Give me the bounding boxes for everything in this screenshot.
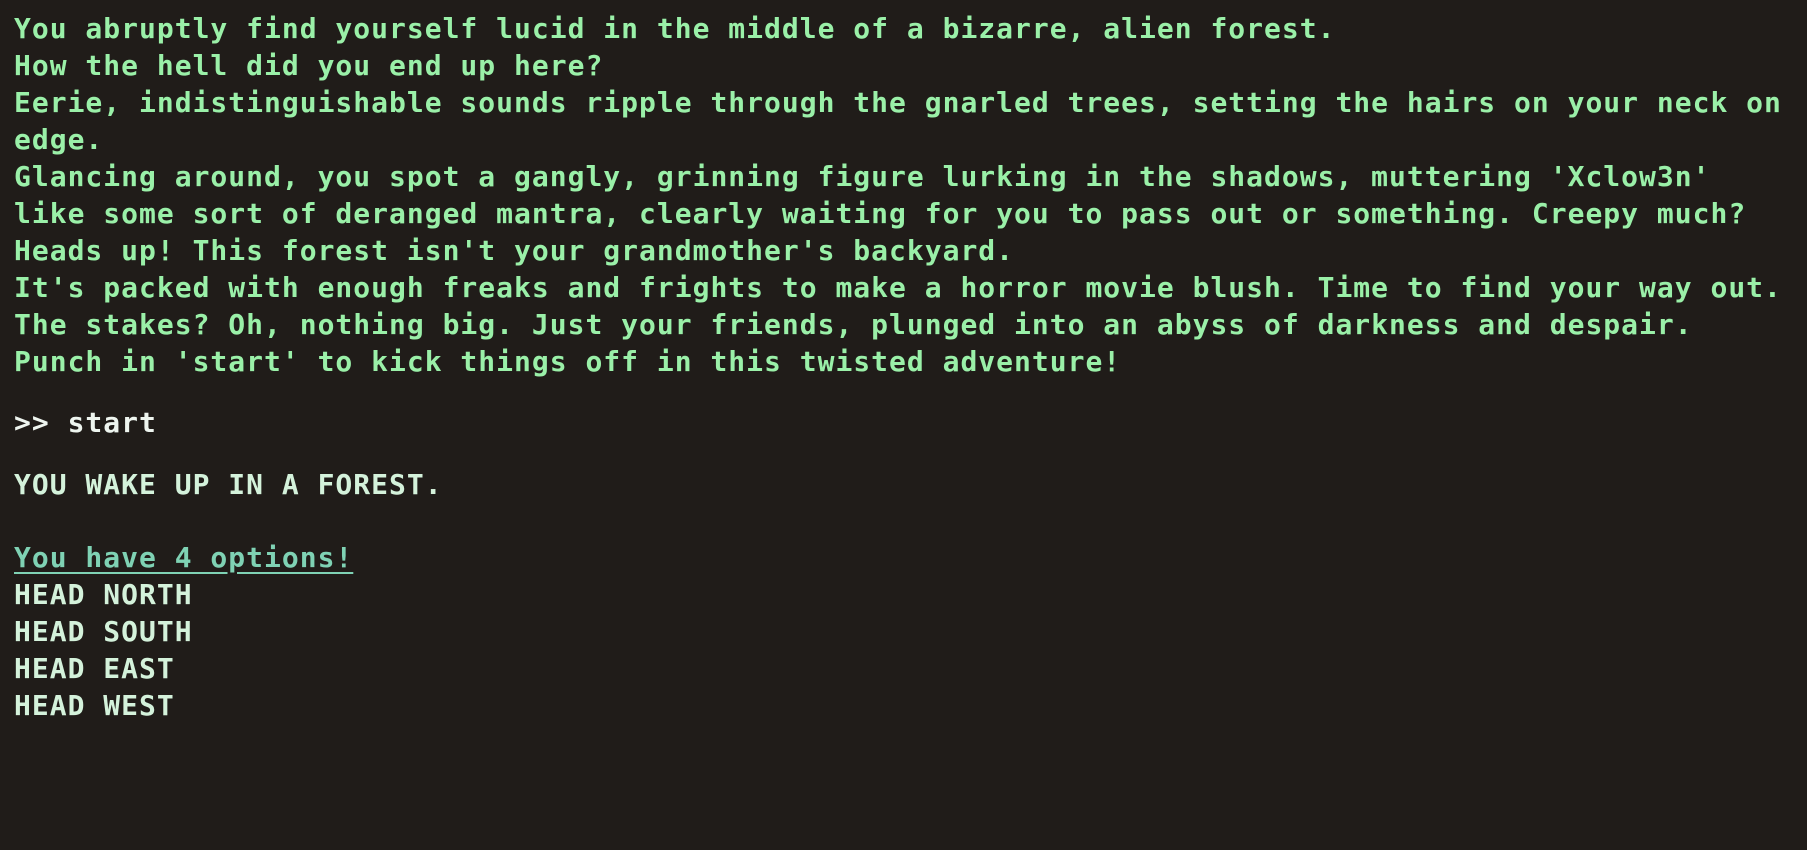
intro-line: Punch in 'start' to kick things off in t… xyxy=(14,345,1122,378)
command-echo: >> start xyxy=(14,404,1793,441)
intro-line: How the hell did you end up here? xyxy=(14,49,604,82)
option-head-north: HEAD NORTH xyxy=(14,578,193,611)
game-terminal[interactable]: You abruptly find yourself lucid in the … xyxy=(0,0,1807,850)
options-list: HEAD NORTH HEAD SOUTH HEAD EAST HEAD WES… xyxy=(14,576,1793,724)
option-head-west: HEAD WEST xyxy=(14,689,175,722)
option-head-east: HEAD EAST xyxy=(14,652,175,685)
game-response: YOU WAKE UP IN A FOREST. xyxy=(14,468,443,501)
options-header: You have 4 options! xyxy=(14,541,354,574)
command-text: start xyxy=(67,406,157,439)
intro-line: You abruptly find yourself lucid in the … xyxy=(14,12,1336,45)
command-prompt: >> xyxy=(14,406,68,439)
intro-text: You abruptly find yourself lucid in the … xyxy=(14,10,1793,380)
intro-line: It's packed with enough freaks and frigh… xyxy=(14,271,1782,304)
intro-line: Heads up! This forest isn't your grandmo… xyxy=(14,234,1015,267)
intro-line: Eerie, indistinguishable sounds ripple t… xyxy=(14,86,1800,156)
option-head-south: HEAD SOUTH xyxy=(14,615,193,648)
intro-line: The stakes? Oh, nothing big. Just your f… xyxy=(14,308,1693,341)
intro-line: Glancing around, you spot a gangly, grin… xyxy=(14,160,1747,230)
